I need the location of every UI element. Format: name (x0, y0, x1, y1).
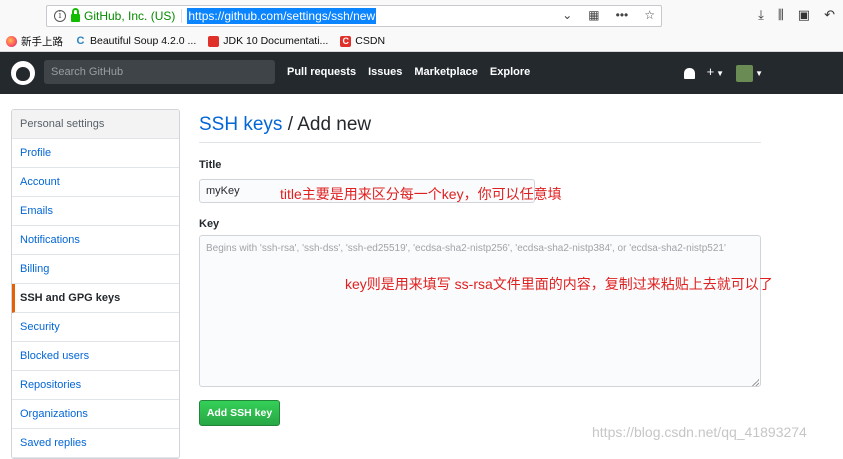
nav-issues[interactable]: Issues (368, 66, 402, 78)
url-actions: ⌄ ▦ ••• ☆ (562, 8, 655, 22)
title-divider (199, 142, 761, 143)
chevron-down-icon[interactable]: ▼ (716, 69, 724, 82)
bookmark-label: 新手上路 (21, 35, 63, 48)
url-separator (181, 9, 183, 23)
breadcrumb-ssh-keys[interactable]: SSH keys (199, 114, 282, 135)
bookmark-item[interactable]: 新手上路 (6, 34, 63, 49)
sidebar-item-saved-replies[interactable]: Saved replies (12, 429, 179, 458)
bookmark-label: JDK 10 Documentati... (223, 35, 329, 47)
key-textarea[interactable] (199, 235, 761, 387)
title-annotation: title主要是用来区分每一个key，你可以任意填 (280, 186, 562, 202)
search-input[interactable]: Search GitHub (44, 60, 275, 84)
sidebar-item-notifications[interactable]: Notifications (12, 226, 179, 255)
sidebar-item-ssh-gpg-keys[interactable]: SSH and GPG keys (12, 284, 179, 313)
back-icon[interactable]: ↶ (824, 7, 835, 23)
url-bar[interactable]: i GitHub, Inc. (US) https://github.com/s… (46, 5, 662, 27)
page-title: SSH keys / Add new (199, 114, 371, 136)
chevron-down-icon[interactable]: ▼ (755, 69, 763, 82)
sidebar-item-profile[interactable]: Profile (12, 139, 179, 168)
key-label: Key (199, 218, 220, 230)
sidebar-item-billing[interactable]: Billing (12, 255, 179, 284)
github-header: Search GitHub Pull requests Issues Marke… (0, 52, 843, 94)
nav-marketplace[interactable]: Marketplace (414, 66, 478, 78)
bookmark-item[interactable]: C CSDN (340, 35, 385, 47)
bookmark-label: Beautiful Soup 4.2.0 ... (90, 35, 197, 47)
bookmark-label: CSDN (355, 35, 386, 47)
site-identity[interactable]: GitHub, Inc. (US) (84, 9, 175, 23)
sidebar-item-repositories[interactable]: Repositories (12, 371, 179, 400)
bookmark-star-icon[interactable]: ☆ (644, 8, 655, 22)
sidebar-item-blocked-users[interactable]: Blocked users (12, 342, 179, 371)
sidebar-item-security[interactable]: Security (12, 313, 179, 342)
key-annotation: key则是用来填写 ss-rsa文件里面的内容，复制过来粘贴上去就可以了 (345, 276, 773, 292)
c-icon: C (76, 34, 85, 47)
csdn-icon: C (340, 35, 352, 47)
firefox-icon (6, 35, 17, 47)
header-actions: + ▼ ▼ (683, 64, 763, 82)
bookmarks-bar: 新手上路 C Beautiful Soup 4.2.0 ... JDK 10 D… (0, 31, 843, 52)
resize-handle-icon[interactable] (752, 379, 759, 386)
library-icon[interactable]: ⫼ (778, 7, 784, 23)
bookmark-item[interactable]: C Beautiful Soup 4.2.0 ... (75, 34, 197, 47)
header-nav: Pull requests Issues Marketplace Explore (287, 66, 542, 78)
qr-code-icon[interactable]: ▦ (588, 8, 599, 22)
sidebar-item-emails[interactable]: Emails (12, 197, 179, 226)
plus-icon[interactable]: + (707, 64, 715, 82)
browser-toolbar: i GitHub, Inc. (US) https://github.com/s… (0, 0, 843, 31)
nav-explore[interactable]: Explore (490, 66, 530, 78)
sidebar-icon[interactable]: ▣ (798, 7, 810, 23)
download-icon[interactable]: ⤓ (758, 7, 764, 23)
more-icon[interactable]: ••• (616, 8, 629, 22)
sidebar-item-account[interactable]: Account (12, 168, 179, 197)
page-title-rest: / Add new (282, 114, 372, 135)
browser-toolbar-buttons: ⤓ ⫼ ▣ ↶ (758, 7, 835, 23)
watermark: https://blog.csdn.net/qq_41893274 (592, 424, 807, 440)
avatar[interactable] (736, 65, 754, 82)
bell-icon[interactable] (683, 68, 695, 79)
add-ssh-key-button[interactable]: Add SSH key (199, 400, 280, 426)
sidebar-item-organizations[interactable]: Organizations (12, 400, 179, 429)
sidebar-heading: Personal settings (12, 110, 179, 139)
lock-icon[interactable] (71, 8, 80, 22)
red-icon (208, 35, 220, 47)
chevron-down-icon[interactable]: ⌄ (562, 8, 572, 22)
settings-sidebar: Personal settings Profile Account Emails… (11, 109, 180, 459)
nav-pull-requests[interactable]: Pull requests (287, 66, 356, 78)
url-text[interactable]: https://github.com/settings/ssh/new (187, 8, 377, 24)
title-label: Title (199, 159, 222, 171)
bookmark-item[interactable]: JDK 10 Documentati... (208, 35, 328, 47)
info-icon[interactable]: i (54, 10, 66, 22)
github-logo-icon[interactable] (11, 61, 35, 85)
